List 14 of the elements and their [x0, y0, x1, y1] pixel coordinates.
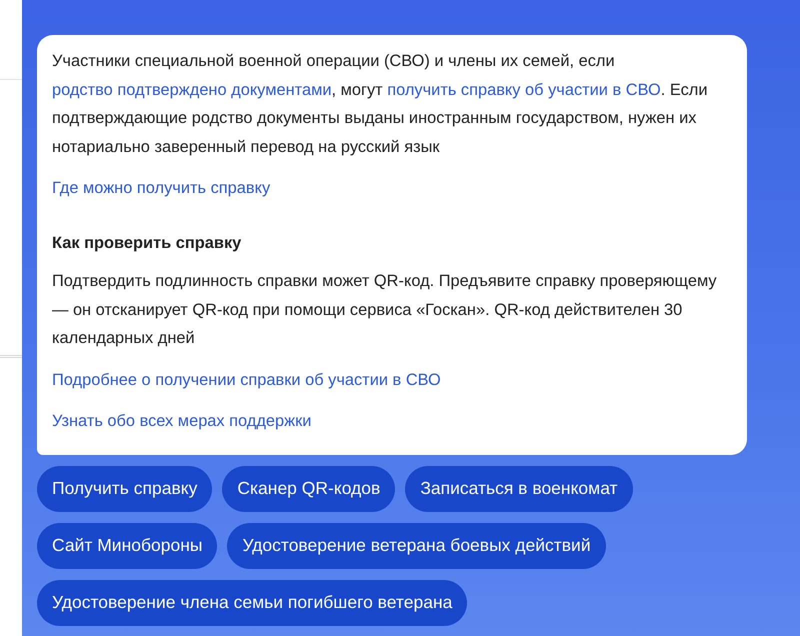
link[interactable]: Где можно получить справку: [52, 174, 270, 202]
paragraph: Участники специальной военной операции (СВО) и члены их семей, если родство подтверждено документами, могут получить справку об участии в СВО. Если подтверждающие родство документы выданы иностранным государством, нужен их нотариально заверенный перевод на русский язык: [52, 51, 709, 158]
chip-button[interactable]: Сайт Минобороны: [37, 522, 218, 568]
chip-button[interactable]: Удостоверение члена семьи погибшего ветерана: [37, 580, 468, 626]
paragraph: Подтвердить подлинность справки может QR-код. Предъявите справку проверяющему — он отсканирует QR-код при помощи сервиса «Госкан». QR-код действителен 30 календарных дней: [52, 271, 718, 349]
chip-button[interactable]: Удостоверение ветерана боевых действий: [227, 522, 606, 568]
chip-button[interactable]: Записаться в военкомат: [405, 466, 633, 512]
chip-button[interactable]: Получить справку: [37, 466, 212, 512]
chip-button[interactable]: Сканер QR-кодов: [222, 466, 396, 512]
link[interactable]: Узнать обо всех мерах поддержки: [52, 407, 312, 436]
link[interactable]: Подробнее о получении справки об участии в СВО: [52, 366, 441, 394]
link[interactable]: родство подтверждено документами: [52, 80, 332, 98]
section-heading: Как проверить справку: [52, 232, 242, 254]
link[interactable]: получить справку об участии в СВО: [387, 80, 661, 98]
